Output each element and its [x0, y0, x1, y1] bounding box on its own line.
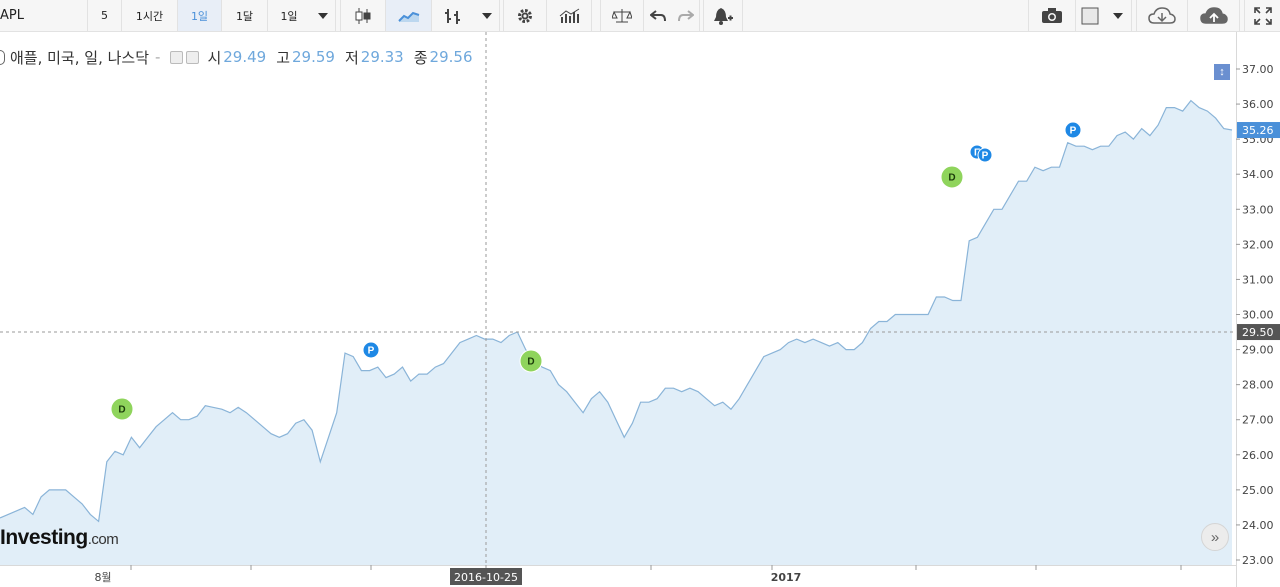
crosshair-date-label: 2016-10-25: [454, 571, 518, 584]
indicators-icon[interactable]: [548, 0, 592, 31]
y-tick-label: 29.00: [1242, 344, 1274, 357]
collapse-icon[interactable]: [0, 49, 5, 65]
last-price-label: 35.26: [1242, 124, 1274, 137]
interval-1hour-button[interactable]: 1시간: [122, 0, 178, 31]
split-marker: P: [977, 147, 993, 163]
color-box-icon[interactable]: [1076, 0, 1104, 31]
bar-chart-icon[interactable]: [432, 0, 474, 31]
y-tick-label: 37.00: [1242, 63, 1274, 76]
y-tick-label: 28.00: [1242, 379, 1274, 392]
price-area-fill: [0, 100, 1232, 565]
settings-mini-icon[interactable]: [170, 50, 184, 64]
chart-toolbar: APL 5 1시간 1일 1달 1일: [0, 0, 1280, 32]
candlestick-icon[interactable]: [340, 0, 386, 31]
chevron-down-icon[interactable]: [310, 0, 336, 31]
cloud-download-icon[interactable]: [1136, 0, 1188, 31]
dividend-marker: D: [519, 349, 543, 373]
legend-title: 애플, 미국, 일, 나스닥: [10, 48, 150, 67]
marker-label: P: [1070, 126, 1077, 137]
x-tick-label: 2017: [771, 571, 802, 584]
redo-icon[interactable]: [672, 0, 700, 31]
price-chart[interactable]: 37.0036.0035.0034.0033.0032.0031.0030.00…: [0, 32, 1280, 587]
close-label: 종: [413, 48, 428, 67]
balance-icon[interactable]: [600, 0, 644, 31]
y-tick-label: 31.00: [1242, 273, 1274, 286]
alert-bell-icon[interactable]: [703, 0, 743, 31]
split-marker: P: [362, 341, 380, 359]
high-value: 29.59: [292, 48, 335, 66]
marker-label: P: [982, 151, 989, 162]
investing-logo: Investing.com: [0, 526, 119, 549]
open-value: 29.49: [223, 48, 267, 66]
camera-icon[interactable]: [1028, 0, 1076, 31]
high-label: 고: [276, 48, 291, 67]
area-chart-icon[interactable]: [386, 0, 432, 31]
marker-label: P: [368, 346, 375, 357]
interval-custom-button[interactable]: 1일: [268, 0, 310, 31]
marker-label: D: [948, 173, 955, 184]
marker-label: D: [118, 405, 125, 416]
scroll-to-end-button[interactable]: »: [1201, 523, 1229, 551]
low-value: 29.33: [360, 48, 404, 66]
marker-label: D: [527, 357, 534, 368]
x-tick-label: 8월: [94, 571, 111, 584]
low-label: 저: [344, 48, 359, 67]
gear-icon[interactable]: [503, 0, 547, 31]
y-tick-label: 34.00: [1242, 168, 1274, 181]
fullscreen-icon[interactable]: [1244, 0, 1280, 31]
dividend-marker: D: [940, 165, 964, 189]
x-axis-background: [0, 565, 1236, 587]
y-tick-label: 36.00: [1242, 98, 1274, 111]
legend-dash: -: [155, 48, 161, 66]
chevron-down-icon[interactable]: [1104, 0, 1132, 31]
close-mini-icon[interactable]: [186, 50, 200, 64]
symbol-label[interactable]: APL: [0, 0, 88, 31]
scale-toggle-icon[interactable]: ↕: [1214, 64, 1230, 80]
y-tick-label: 26.00: [1242, 449, 1274, 462]
chart-legend: 애플, 미국, 일, 나스닥 - 시 29.49 고 29.59 저 29.33…: [0, 46, 483, 68]
y-tick-label: 27.00: [1242, 414, 1274, 427]
y-tick-label: 33.00: [1242, 203, 1274, 216]
split-marker: P: [1064, 121, 1082, 139]
close-value: 29.56: [429, 48, 473, 66]
chevron-down-icon[interactable]: [474, 0, 500, 31]
interval-1day-button[interactable]: 1일: [178, 0, 222, 31]
y-tick-label: 32.00: [1242, 238, 1274, 251]
interval-1month-button[interactable]: 1달: [222, 0, 268, 31]
cloud-upload-icon[interactable]: [1188, 0, 1240, 31]
y-tick-label: 24.00: [1242, 519, 1274, 532]
open-label: 시: [207, 48, 222, 67]
crosshair-price-label: 29.50: [1242, 326, 1274, 339]
y-tick-label: 25.00: [1242, 484, 1274, 497]
interval-5min-button[interactable]: 5: [88, 0, 122, 31]
y-tick-label: 23.00: [1242, 554, 1274, 567]
undo-icon[interactable]: [644, 0, 672, 31]
dividend-marker: D: [110, 397, 134, 421]
y-tick-label: 30.00: [1242, 309, 1274, 322]
